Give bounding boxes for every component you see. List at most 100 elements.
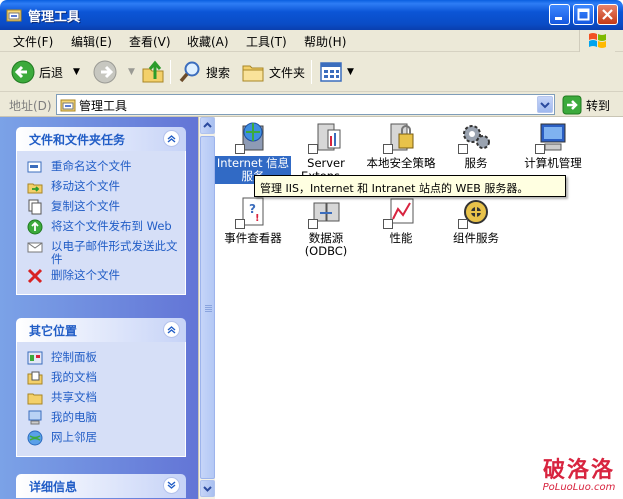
watermark-url: PoLuoLuo.com <box>542 482 616 493</box>
file-tasks-header[interactable]: 文件和文件夹任务 <box>16 127 186 151</box>
views-icon <box>320 62 342 82</box>
place-my-computer[interactable]: 我的电脑 <box>17 408 185 428</box>
back-label: 后退 <box>39 65 64 80</box>
menu-favorites[interactable]: 收藏(A) <box>184 33 232 50</box>
title-bar[interactable]: 管理工具 <box>0 0 623 30</box>
move-icon <box>27 183 43 194</box>
menu-help[interactable]: 帮助(H) <box>301 33 349 50</box>
windows-logo-icon <box>579 30 615 52</box>
details-header[interactable]: 详细信息 <box>16 474 186 498</box>
file-item-performance[interactable]: 性能 <box>363 195 439 246</box>
place-my-documents[interactable]: 我的文档 <box>17 368 185 388</box>
task-pane: 文件和文件夹任务 重命名这个文件 移动这个文件 复制这个文件 将这个文件发布到 … <box>0 117 198 499</box>
network-places-icon <box>27 430 43 446</box>
close-button[interactable] <box>597 4 618 25</box>
forward-dropdown-icon[interactable]: ▼ <box>128 67 135 77</box>
go-label: 转到 <box>586 98 611 113</box>
component-services-icon <box>458 195 492 229</box>
file-tasks-title: 文件和文件夹任务 <box>29 133 126 147</box>
local-security-icon <box>383 120 417 154</box>
go-button[interactable]: 转到 <box>562 95 610 115</box>
watermark-title: 破洛洛 <box>542 457 615 483</box>
other-places-panel: 其它位置 控制面板 我的文档 共享文档 我的电脑 网上邻居 <box>16 318 186 457</box>
views-dropdown-icon[interactable]: ▼ <box>347 67 354 77</box>
back-dropdown-icon[interactable]: ▼ <box>73 67 80 77</box>
collapse-button[interactable] <box>163 130 180 147</box>
chevron-up-icon <box>203 122 212 128</box>
up-folder-icon <box>142 60 164 83</box>
shared-folder-icon <box>27 393 43 405</box>
address-label: 地址(D) <box>9 99 52 113</box>
search-icon <box>179 61 200 83</box>
forward-arrow-icon <box>93 60 117 84</box>
place-control-panel[interactable]: 控制面板 <box>17 348 185 368</box>
file-item-odbc[interactable]: 数据源 (ODBC) <box>288 195 364 259</box>
email-icon <box>27 242 43 253</box>
folders-button[interactable]: 文件夹 <box>240 58 305 86</box>
search-label: 搜索 <box>206 65 231 80</box>
tooltip: 管理 IIS，Internet 和 Intranet 站点的 WEB 服务器。 <box>254 175 566 197</box>
chevron-down-icon <box>203 486 212 492</box>
file-item-services[interactable]: 服务 <box>438 120 514 171</box>
my-computer-icon <box>28 410 42 425</box>
odbc-icon <box>308 195 342 229</box>
server-extensions-icon <box>308 120 342 154</box>
task-pane-scrollbar[interactable] <box>198 117 215 499</box>
folder-tools-icon <box>6 9 22 22</box>
address-dropdown-button[interactable] <box>537 96 553 113</box>
task-copy[interactable]: 复制这个文件 <box>17 197 185 217</box>
back-button[interactable]: 后退 ▼ <box>10 58 80 86</box>
file-item-computer-management[interactable]: 计算机管理 <box>513 120 593 171</box>
file-item-event-viewer[interactable]: ?! 事件查看器 <box>215 195 291 246</box>
scroll-thumb[interactable] <box>200 136 215 479</box>
menu-view[interactable]: 查看(V) <box>126 33 174 50</box>
window-title: 管理工具 <box>28 10 81 25</box>
menu-edit[interactable]: 编辑(E) <box>68 33 115 50</box>
address-bar: 地址(D) 管理工具 转到 <box>0 92 623 117</box>
maximize-icon <box>577 8 590 21</box>
expand-button[interactable] <box>163 477 180 494</box>
place-shared-documents[interactable]: 共享文档 <box>17 388 185 408</box>
task-email[interactable]: 以电子邮件形式发送此文件 <box>17 237 185 266</box>
task-publish-web[interactable]: 将这个文件发布到 Web <box>17 217 185 237</box>
watermark: 破洛洛 PoLuoLuo.com <box>537 452 621 493</box>
chevron-down-icon <box>540 102 550 109</box>
globe-publish-icon <box>27 219 43 235</box>
file-item-component-services[interactable]: 组件服务 <box>438 195 514 246</box>
views-button[interactable]: ▼ <box>319 58 354 86</box>
place-network[interactable]: 网上邻居 <box>17 428 185 448</box>
address-input[interactable]: 管理工具 <box>56 94 555 115</box>
up-folder-button[interactable] <box>140 58 166 86</box>
address-value: 管理工具 <box>79 99 128 113</box>
iis-icon <box>235 120 269 154</box>
task-rename[interactable]: 重命名这个文件 <box>17 157 185 177</box>
collapse-button[interactable] <box>163 321 180 338</box>
back-arrow-icon <box>11 60 35 84</box>
performance-icon <box>383 195 417 229</box>
menu-tools[interactable]: 工具(T) <box>243 33 290 50</box>
scroll-down-button[interactable] <box>200 480 215 497</box>
other-places-header[interactable]: 其它位置 <box>16 318 186 342</box>
go-arrow-icon <box>562 95 582 115</box>
menu-file[interactable]: 文件(F) <box>10 33 56 50</box>
scroll-up-button[interactable] <box>200 117 215 134</box>
search-button[interactable]: 搜索 <box>177 58 230 86</box>
folder-tools-icon <box>60 99 76 112</box>
event-viewer-icon: ?! <box>235 195 269 229</box>
details-title: 详细信息 <box>29 480 78 494</box>
menu-bar: 文件(F) 编辑(E) 查看(V) 收藏(A) 工具(T) 帮助(H) <box>0 30 623 52</box>
maximize-button[interactable] <box>573 4 594 25</box>
delete-icon <box>27 268 43 284</box>
computer-management-icon <box>535 120 569 154</box>
close-icon <box>602 9 613 20</box>
task-move[interactable]: 移动这个文件 <box>17 177 185 197</box>
chevron-down-icon <box>167 481 176 489</box>
services-icon <box>458 120 492 154</box>
file-item-local-security[interactable]: 本地安全策略 <box>363 120 439 171</box>
folders-label: 文件夹 <box>269 65 306 80</box>
task-delete[interactable]: 删除这个文件 <box>17 266 185 286</box>
forward-button[interactable]: ▼ <box>92 58 135 86</box>
minimize-button[interactable] <box>549 4 570 25</box>
svg-text:!: ! <box>255 213 260 224</box>
copy-icon <box>28 199 42 215</box>
